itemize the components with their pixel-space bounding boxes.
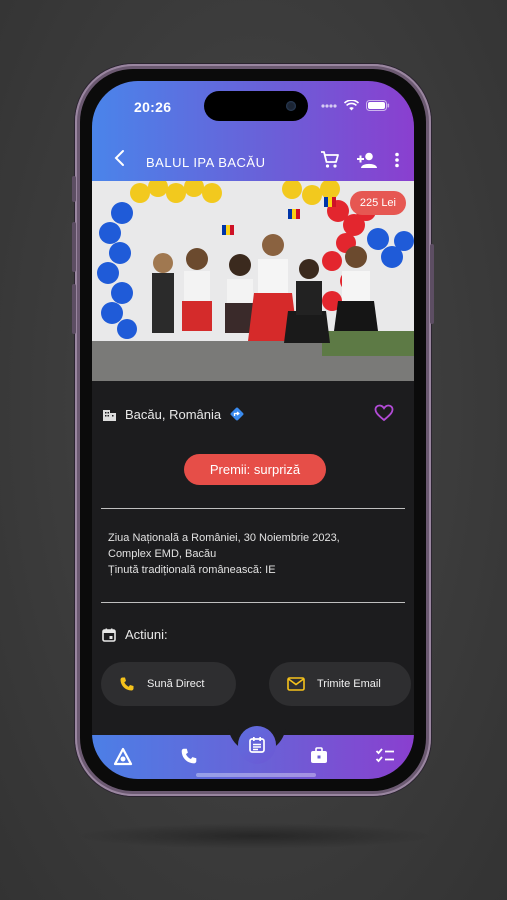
actions-label: Actiuni: — [125, 627, 168, 642]
calendar-list-icon — [249, 737, 265, 753]
app-screen: 20:26 BALUL IPA BACĂU 225 Lei Bacău, Rom… — [92, 81, 414, 779]
cart-icon[interactable] — [320, 151, 340, 169]
nav-tasks[interactable] — [375, 747, 395, 770]
event-photo: 225 Lei — [92, 181, 414, 381]
header-gradient: 20:26 BALUL IPA BACĂU — [92, 81, 414, 181]
phone-icon — [181, 748, 197, 764]
page-title: BALUL IPA BACĂU — [146, 155, 266, 170]
nav-calendar[interactable] — [238, 726, 276, 764]
volume-down-button — [72, 284, 76, 334]
camera-icon — [286, 101, 296, 111]
app-logo-icon — [113, 747, 133, 766]
battery-icon — [366, 100, 390, 111]
phone-bezel: 20:26 BALUL IPA BACĂU 225 Lei Bacău, Rom… — [80, 69, 426, 791]
wifi-icon — [344, 100, 359, 111]
checklist-icon — [375, 748, 394, 763]
briefcase-icon — [311, 747, 327, 763]
chevron-left-icon — [114, 150, 124, 166]
divider — [101, 602, 405, 603]
signal-dots-icon — [321, 103, 337, 108]
email-icon — [287, 677, 305, 691]
call-direct-button[interactable]: Sună Direct — [101, 662, 236, 706]
nav-contact[interactable] — [180, 747, 198, 770]
volume-up-button — [72, 222, 76, 272]
add-person-icon[interactable] — [356, 152, 378, 168]
location-text: Bacău, România — [125, 406, 222, 422]
bottom-nav — [92, 723, 414, 779]
app-bar-actions — [320, 151, 400, 169]
description-line: Ținută tradițională românească: IE — [108, 564, 276, 576]
power-button — [430, 244, 434, 324]
actions-header: Actiuni: — [102, 627, 168, 642]
location-row: Bacău, România — [102, 406, 245, 422]
home-indicator — [196, 773, 316, 777]
heart-icon — [374, 404, 394, 422]
description-line: Ziua Națională a României, 30 Noiembrie … — [108, 532, 340, 544]
calendar-icon — [102, 628, 116, 642]
city-icon — [103, 410, 116, 421]
directions-icon[interactable] — [229, 406, 245, 422]
call-direct-label: Sună Direct — [147, 678, 205, 690]
mute-switch — [72, 176, 76, 202]
nav-home[interactable] — [112, 747, 134, 772]
back-button[interactable] — [114, 149, 126, 173]
phone-icon — [120, 677, 134, 691]
prize-badge[interactable]: Premii: surpriză — [184, 454, 326, 485]
more-vert-icon[interactable] — [394, 152, 400, 168]
status-time: 20:26 — [134, 99, 172, 115]
send-email-label: Trimite Email — [317, 678, 381, 690]
phone-frame: 20:26 BALUL IPA BACĂU 225 Lei Bacău, Rom… — [72, 64, 434, 796]
send-email-button[interactable]: Trimite Email — [269, 662, 411, 706]
status-icons — [321, 100, 390, 111]
price-badge: 225 Lei — [349, 191, 406, 215]
description-line: Complex EMD, Bacău — [108, 548, 217, 560]
event-description: Ziua Națională a României, 30 Noiembrie … — [108, 530, 408, 578]
dynamic-island — [204, 91, 308, 121]
phone-shadow — [75, 823, 435, 849]
favorite-button[interactable] — [374, 404, 394, 427]
nav-business[interactable] — [310, 747, 328, 769]
divider — [101, 508, 405, 509]
